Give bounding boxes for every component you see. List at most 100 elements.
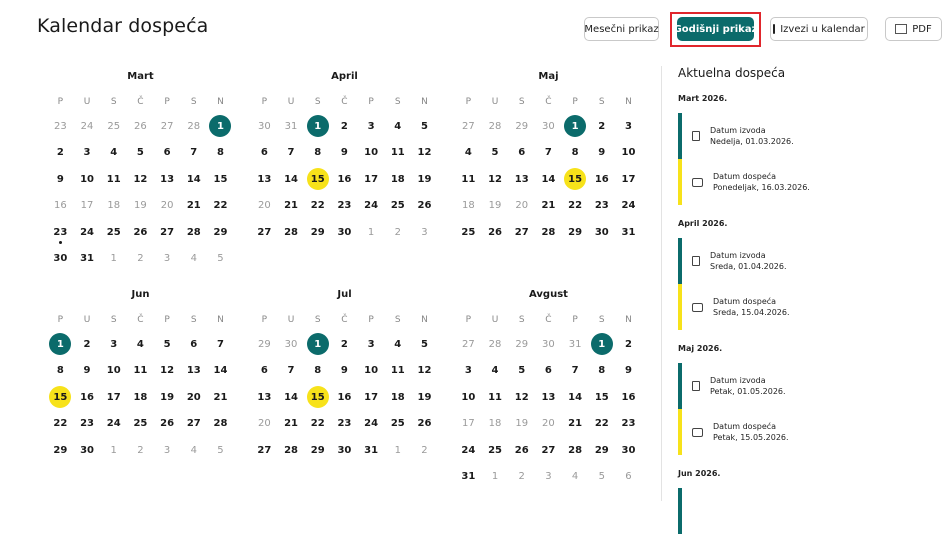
calendar-day[interactable]: 6 <box>180 331 207 358</box>
calendar-day[interactable]: 8 <box>207 140 234 167</box>
calendar-day[interactable]: 5 <box>154 331 181 358</box>
calendar-day[interactable]: 27 <box>535 437 562 464</box>
calendar-day[interactable]: 2 <box>615 331 642 358</box>
calendar-day[interactable]: 3 <box>358 113 385 140</box>
calendar-day[interactable]: 9 <box>615 358 642 385</box>
calendar-day[interactable]: 10 <box>358 140 385 167</box>
calendar-day[interactable]: 14 <box>535 166 562 193</box>
calendar-day[interactable]: 12 <box>127 166 154 193</box>
statement-date-item[interactable]: Datum izvoda Sreda, 01.04.2026. <box>678 238 938 284</box>
calendar-day[interactable]: 3 <box>615 113 642 140</box>
calendar-day[interactable]: 21 <box>562 411 589 438</box>
calendar-day[interactable]: 6 <box>535 358 562 385</box>
calendar-day[interactable]: 10 <box>455 384 482 411</box>
calendar-day[interactable]: 27 <box>180 411 207 438</box>
calendar-day[interactable]: 9 <box>588 140 615 167</box>
calendar-day[interactable]: 19 <box>154 384 181 411</box>
calendar-day[interactable]: 10 <box>615 140 642 167</box>
calendar-day[interactable]: 4 <box>482 358 509 385</box>
calendar-day[interactable]: 13 <box>508 166 535 193</box>
calendar-day[interactable]: 22 <box>562 193 589 220</box>
calendar-day[interactable]: 20 <box>180 384 207 411</box>
calendar-day[interactable]: 21 <box>278 411 305 438</box>
calendar-day[interactable]: 28 <box>278 437 305 464</box>
calendar-day[interactable]: 16 <box>331 166 358 193</box>
calendar-day[interactable]: 16 <box>331 384 358 411</box>
calendar-day[interactable]: 12 <box>482 166 509 193</box>
calendar-day[interactable]: 13 <box>180 358 207 385</box>
calendar-day[interactable]: 26 <box>411 193 438 220</box>
calendar-day[interactable]: 9 <box>74 358 101 385</box>
pdf-button[interactable]: PDF <box>885 17 942 41</box>
calendar-day[interactable]: 4 <box>455 140 482 167</box>
calendar-day[interactable]: 14 <box>278 166 305 193</box>
calendar-day[interactable]: 29 <box>304 437 331 464</box>
calendar-day[interactable]: 21 <box>180 193 207 220</box>
calendar-day[interactable]: 17 <box>358 384 385 411</box>
calendar-day[interactable]: 30 <box>615 437 642 464</box>
calendar-day[interactable]: 19 <box>411 166 438 193</box>
calendar-day[interactable]: 5 <box>508 358 535 385</box>
calendar-day[interactable]: 7 <box>535 140 562 167</box>
calendar-day[interactable]: 4 <box>384 113 411 140</box>
calendar-day[interactable]: 2 <box>74 331 101 358</box>
calendar-day[interactable]: 25 <box>455 219 482 246</box>
calendar-day[interactable]: 12 <box>411 140 438 167</box>
calendar-day[interactable]: 29 <box>47 437 74 464</box>
calendar-day[interactable]: 6 <box>251 140 278 167</box>
calendar-day[interactable]: 10 <box>100 358 127 385</box>
statement-date-item[interactable]: Datum izvoda Nedelja, 01.03.2026. <box>678 113 938 159</box>
export-calendar-button[interactable]: Izvezi u kalendar <box>770 17 868 41</box>
calendar-day[interactable]: 14 <box>207 358 234 385</box>
calendar-day[interactable]: 26 <box>127 219 154 246</box>
calendar-day[interactable]: 31 <box>358 437 385 464</box>
calendar-day[interactable]: 24 <box>615 193 642 220</box>
calendar-day[interactable]: 28 <box>180 219 207 246</box>
calendar-day[interactable]: 23 <box>74 411 101 438</box>
calendar-day[interactable]: 31 <box>455 464 482 491</box>
calendar-day[interactable]: 13 <box>251 384 278 411</box>
calendar-day[interactable]: 15 <box>588 384 615 411</box>
calendar-day[interactable]: 3 <box>455 358 482 385</box>
calendar-day[interactable]: 23 <box>331 193 358 220</box>
calendar-day[interactable]: 7 <box>278 358 305 385</box>
calendar-day[interactable]: 29 <box>562 219 589 246</box>
calendar-day[interactable]: 23 <box>47 219 74 246</box>
calendar-day[interactable]: 28 <box>562 437 589 464</box>
calendar-day[interactable]: 22 <box>304 411 331 438</box>
calendar-day[interactable]: 3 <box>358 331 385 358</box>
calendar-day[interactable]: 9 <box>331 358 358 385</box>
monthly-view-button[interactable]: Mesečni prikaz <box>584 17 659 41</box>
calendar-day[interactable]: 24 <box>358 411 385 438</box>
statement-date-item[interactable]: Datum izvoda Petak, 01.05.2026. <box>678 363 938 409</box>
calendar-day[interactable]: 8 <box>304 140 331 167</box>
calendar-day[interactable]: 16 <box>74 384 101 411</box>
calendar-day[interactable]: 3 <box>100 331 127 358</box>
calendar-day[interactable]: 26 <box>154 411 181 438</box>
calendar-day[interactable]: 12 <box>154 358 181 385</box>
calendar-day[interactable]: 23 <box>331 411 358 438</box>
calendar-day[interactable]: 11 <box>384 140 411 167</box>
calendar-day[interactable]: 23 <box>588 193 615 220</box>
calendar-day[interactable]: 4 <box>384 331 411 358</box>
due-date-day[interactable]: 15 <box>304 384 331 411</box>
calendar-day[interactable]: 21 <box>535 193 562 220</box>
calendar-day[interactable]: 12 <box>411 358 438 385</box>
calendar-day[interactable]: 18 <box>384 384 411 411</box>
calendar-day[interactable]: 7 <box>180 140 207 167</box>
calendar-day[interactable]: 5 <box>127 140 154 167</box>
calendar-day[interactable]: 21 <box>207 384 234 411</box>
calendar-day[interactable]: 25 <box>127 411 154 438</box>
calendar-day[interactable]: 10 <box>74 166 101 193</box>
calendar-day[interactable]: 6 <box>508 140 535 167</box>
calendar-day[interactable]: 24 <box>455 437 482 464</box>
due-date-item[interactable]: Datum dospeća Petak, 15.05.2026. <box>678 409 938 455</box>
statement-date-day[interactable]: 1 <box>588 331 615 358</box>
calendar-day[interactable]: 25 <box>384 411 411 438</box>
calendar-day[interactable]: 25 <box>100 219 127 246</box>
calendar-day[interactable]: 24 <box>74 219 101 246</box>
calendar-day[interactable]: 13 <box>154 166 181 193</box>
calendar-day[interactable]: 22 <box>207 193 234 220</box>
calendar-day[interactable]: 7 <box>562 358 589 385</box>
calendar-day[interactable]: 5 <box>482 140 509 167</box>
